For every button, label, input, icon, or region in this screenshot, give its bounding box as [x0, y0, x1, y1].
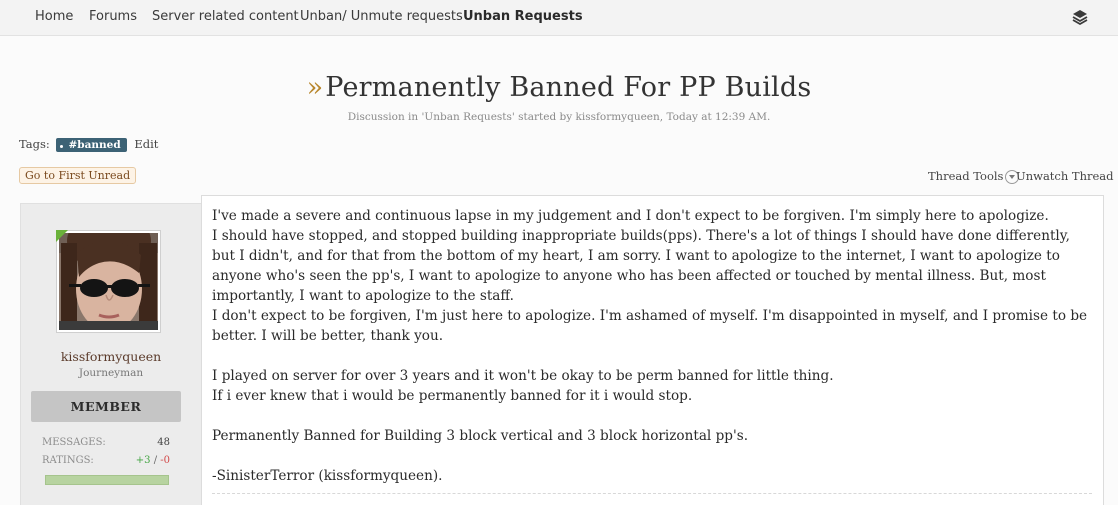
ratings-positive: +3 — [135, 455, 151, 466]
nav-home[interactable]: Home — [35, 9, 73, 24]
post-paragraph: I should have stopped, and stopped build… — [212, 228, 1070, 304]
thread-tools-menu[interactable]: Thread Tools — [928, 169, 1020, 184]
top-nav: Home Forums Server related content Unban… — [0, 0, 1118, 36]
tag-text: #banned — [68, 139, 121, 151]
messages-count[interactable]: 48 — [157, 437, 170, 448]
post-paragraph: -SinisterTerror (kissformyqueen). — [212, 468, 443, 484]
tags-row: Tags: #banned Edit — [19, 137, 158, 152]
thread-title-text: Permanently Banned For PP Builds — [325, 72, 812, 103]
layers-icon[interactable] — [1071, 8, 1089, 26]
tag-edit-link[interactable]: Edit — [134, 137, 158, 151]
thread-title: »Permanently Banned For PP Builds — [307, 72, 812, 103]
thread-subtitle: Discussion in 'Unban Requests' started b… — [347, 111, 771, 123]
post-paragraph: I've made a severe and continuous lapse … — [212, 208, 1049, 224]
post-separator — [212, 493, 1092, 494]
member-banner: MEMBER — [31, 391, 181, 422]
avatar[interactable] — [56, 211, 161, 333]
tags-label: Tags: — [19, 137, 50, 151]
ratings-negative: -0 — [160, 455, 170, 466]
go-to-first-unread-button[interactable]: Go to First Unread — [19, 167, 137, 184]
post-message: I've made a severe and continuous lapse … — [212, 206, 1094, 486]
post-paragraph: If i ever knew that i would be permanent… — [212, 388, 693, 404]
tag-banned[interactable]: #banned — [56, 138, 127, 152]
ratings-separator: / — [153, 455, 158, 466]
reputation-bar — [45, 475, 169, 485]
avatar-image — [59, 211, 158, 331]
ratings-label: RATINGS: — [42, 455, 94, 466]
ratings-value: +3 / -0 — [136, 455, 170, 466]
thread-title-wrap: »Permanently Banned For PP Builds — [0, 72, 1118, 103]
user-title: Journeyman — [78, 367, 144, 379]
messages-label: MESSAGES: — [42, 437, 106, 448]
nav-unban-requests[interactable]: Unban Requests — [463, 9, 583, 24]
post-paragraph: Permanently Banned for Building 3 block … — [212, 428, 749, 444]
online-status-indicator — [56, 230, 68, 242]
post-paragraph: I played on server for over 3 years and … — [212, 368, 834, 384]
nav-unban-unmute[interactable]: Unban/ Unmute requests — [300, 9, 463, 24]
user-info-panel: kissformyqueen Journeyman MEMBER MESSAGE… — [20, 203, 202, 505]
title-prefix: » — [306, 72, 324, 103]
unwatch-thread-link[interactable]: Unwatch Thread — [1016, 169, 1114, 183]
tag-dot-icon — [60, 145, 64, 148]
post-body: I've made a severe and continuous lapse … — [201, 195, 1104, 505]
nav-forums[interactable]: Forums — [89, 9, 137, 24]
username-link[interactable]: kissformyqueen — [21, 349, 201, 364]
thread-tools-label: Thread Tools — [928, 169, 1004, 183]
post-paragraph: I don't expect to be forgiven, I'm just … — [212, 308, 1088, 344]
nav-server-content[interactable]: Server related content — [152, 9, 299, 24]
